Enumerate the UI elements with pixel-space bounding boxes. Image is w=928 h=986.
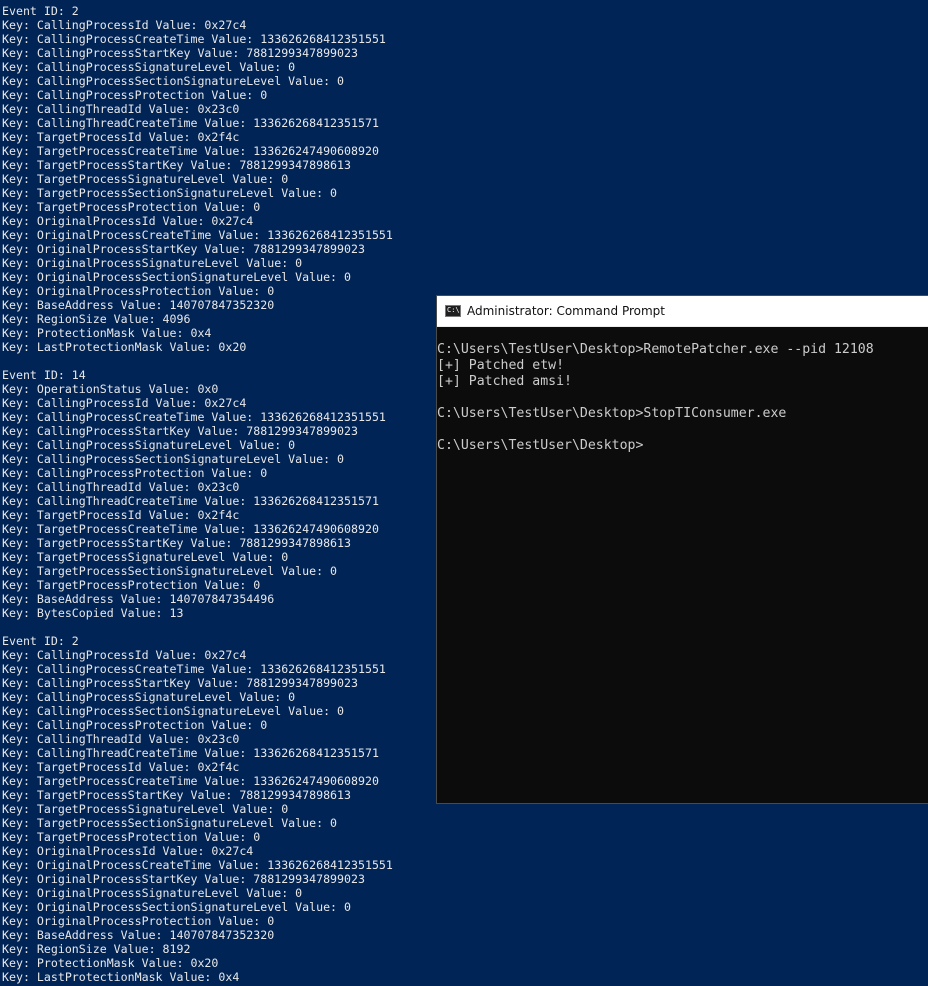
console-line: Key: TargetProcessSectionSignatureLevel …	[2, 564, 338, 578]
console-line: Key: TargetProcessSectionSignatureLevel …	[2, 186, 338, 200]
cmd-line: C:\Users\TestUser\Desktop>StopTIConsumer…	[437, 406, 787, 421]
cmd-line	[437, 390, 874, 406]
console-line: Key: CallingThreadCreateTime Value: 1336…	[2, 116, 379, 130]
console-line: Key: OriginalProcessId Value: 0x27c4	[2, 214, 254, 228]
console-line: Key: OriginalProcessSignatureLevel Value…	[2, 256, 303, 270]
console-line: Key: OriginalProcessSignatureLevel Value…	[2, 886, 303, 900]
console-line: Key: TargetProcessStartKey Value: 788129…	[2, 158, 352, 172]
console-line: Key: TargetProcessId Value: 0x2f4c	[2, 508, 240, 522]
console-line: Key: TargetProcessSectionSignatureLevel …	[2, 816, 338, 830]
console-line: Key: CallingThreadId Value: 0x23c0	[2, 102, 240, 116]
cmd-titlebar[interactable]: C:\ Administrator: Command Prompt	[437, 296, 928, 327]
console-line: Key: TargetProcessStartKey Value: 788129…	[2, 788, 352, 802]
console-line: Key: CallingThreadId Value: 0x23c0	[2, 480, 240, 494]
console-line: Key: OriginalProcessStartKey Value: 7881…	[2, 242, 365, 256]
cmd-line: [+] Patched etw!	[437, 358, 565, 373]
console-line: Key: BaseAddress Value: 140707847352320	[2, 928, 275, 942]
console-line: Key: ProtectionMask Value: 0x20	[2, 956, 219, 970]
cmd-line: C:\Users\TestUser\Desktop>	[437, 438, 644, 453]
console-line: Key: CallingThreadCreateTime Value: 1336…	[2, 746, 379, 760]
console-line: Key: LastProtectionMask Value: 0x20	[2, 340, 247, 354]
console-line: Key: TargetProcessProtection Value: 0	[2, 830, 261, 844]
console-line: Key: TargetProcessProtection Value: 0	[2, 200, 261, 214]
window-title: Administrator: Command Prompt	[467, 304, 665, 318]
console-line: Key: BytesCopied Value: 13	[2, 606, 184, 620]
console-line: Key: CallingProcessCreateTime Value: 133…	[2, 662, 386, 676]
console-line: Key: TargetProcessSignatureLevel Value: …	[2, 802, 289, 816]
console-line: Key: BaseAddress Value: 140707847352320	[2, 298, 275, 312]
console-line: Event ID: 14	[2, 368, 86, 382]
console-line: Key: CallingProcessStartKey Value: 78812…	[2, 424, 358, 438]
console-line: Key: OperationStatus Value: 0x0	[2, 382, 219, 396]
console-line: Key: CallingProcessId Value: 0x27c4	[2, 396, 247, 410]
console-line: Key: TargetProcessId Value: 0x2f4c	[2, 130, 240, 144]
console-line: Key: CallingProcessProtection Value: 0	[2, 718, 268, 732]
console-line: Key: LastProtectionMask Value: 0x4	[2, 970, 240, 984]
console-line: Key: TargetProcessProtection Value: 0	[2, 578, 261, 592]
console-line: Key: OriginalProcessId Value: 0x27c4	[2, 844, 254, 858]
console-line: Key: CallingProcessStartKey Value: 78812…	[2, 676, 358, 690]
console-line: Event ID: 2	[2, 634, 79, 648]
console-line: Key: RegionSize Value: 4096	[2, 312, 191, 326]
console-line: Key: CallingProcessStartKey Value: 78812…	[2, 46, 358, 60]
console-line: Key: CallingThreadId Value: 0x23c0	[2, 732, 240, 746]
console-line: Key: CallingThreadCreateTime Value: 1336…	[2, 494, 379, 508]
console-output: Event ID: 2 Key: CallingProcessId Value: …	[2, 4, 393, 984]
console-line: Key: TargetProcessStartKey Value: 788129…	[2, 536, 352, 550]
console-line: Key: CallingProcessSectionSignatureLevel…	[2, 704, 345, 718]
console-line: Key: OriginalProcessSectionSignatureLeve…	[2, 900, 352, 914]
command-prompt-window[interactable]: C:\ Administrator: Command Prompt C:\Use…	[436, 295, 928, 804]
console-line: Key: CallingProcessSectionSignatureLevel…	[2, 452, 345, 466]
console-line: Key: OriginalProcessStartKey Value: 7881…	[2, 872, 365, 886]
console-line: Key: CallingProcessSignatureLevel Value:…	[2, 690, 296, 704]
console-line: Key: CallingProcessCreateTime Value: 133…	[2, 32, 386, 46]
console-line: Key: CallingProcessSignatureLevel Value:…	[2, 60, 296, 74]
console-line: Key: TargetProcessCreateTime Value: 1336…	[2, 144, 379, 158]
console-line: Key: OriginalProcessCreateTime Value: 13…	[2, 228, 393, 242]
console-line: Key: RegionSize Value: 8192	[2, 942, 191, 956]
console-line: Key: CallingProcessId Value: 0x27c4	[2, 18, 247, 32]
console-line: Key: OriginalProcessProtection Value: 0	[2, 284, 275, 298]
cmd-line: C:\Users\TestUser\Desktop>RemotePatcher.…	[437, 342, 874, 357]
console-line: Key: ProtectionMask Value: 0x4	[2, 326, 212, 340]
console-line: Key: OriginalProcessProtection Value: 0	[2, 914, 275, 928]
console-line: Key: TargetProcessId Value: 0x2f4c	[2, 760, 240, 774]
console-line: Key: TargetProcessSignatureLevel Value: …	[2, 172, 289, 186]
console-line: Key: OriginalProcessCreateTime Value: 13…	[2, 858, 393, 872]
console-line: Key: OriginalProcessSectionSignatureLeve…	[2, 270, 352, 284]
console-line: Key: BaseAddress Value: 140707847354496	[2, 592, 275, 606]
console-line: Key: CallingProcessSignatureLevel Value:…	[2, 438, 296, 452]
cmd-icon: C:\	[445, 305, 461, 317]
console-line: Key: TargetProcessSignatureLevel Value: …	[2, 550, 289, 564]
console-line: Event ID: 2	[2, 4, 79, 18]
cmd-output[interactable]: C:\Users\TestUser\Desktop>RemotePatcher.…	[437, 342, 874, 454]
cmd-line	[437, 422, 874, 438]
console-line: Key: CallingProcessSectionSignatureLevel…	[2, 74, 345, 88]
console-line: Key: CallingProcessProtection Value: 0	[2, 88, 268, 102]
console-line: Key: TargetProcessCreateTime Value: 1336…	[2, 522, 379, 536]
console-line: Key: CallingProcessId Value: 0x27c4	[2, 648, 247, 662]
console-line: Key: TargetProcessCreateTime Value: 1336…	[2, 774, 379, 788]
cmd-line: [+] Patched amsi!	[437, 374, 572, 389]
console-line: Key: CallingProcessProtection Value: 0	[2, 466, 268, 480]
console-line: Key: CallingProcessCreateTime Value: 133…	[2, 410, 386, 424]
